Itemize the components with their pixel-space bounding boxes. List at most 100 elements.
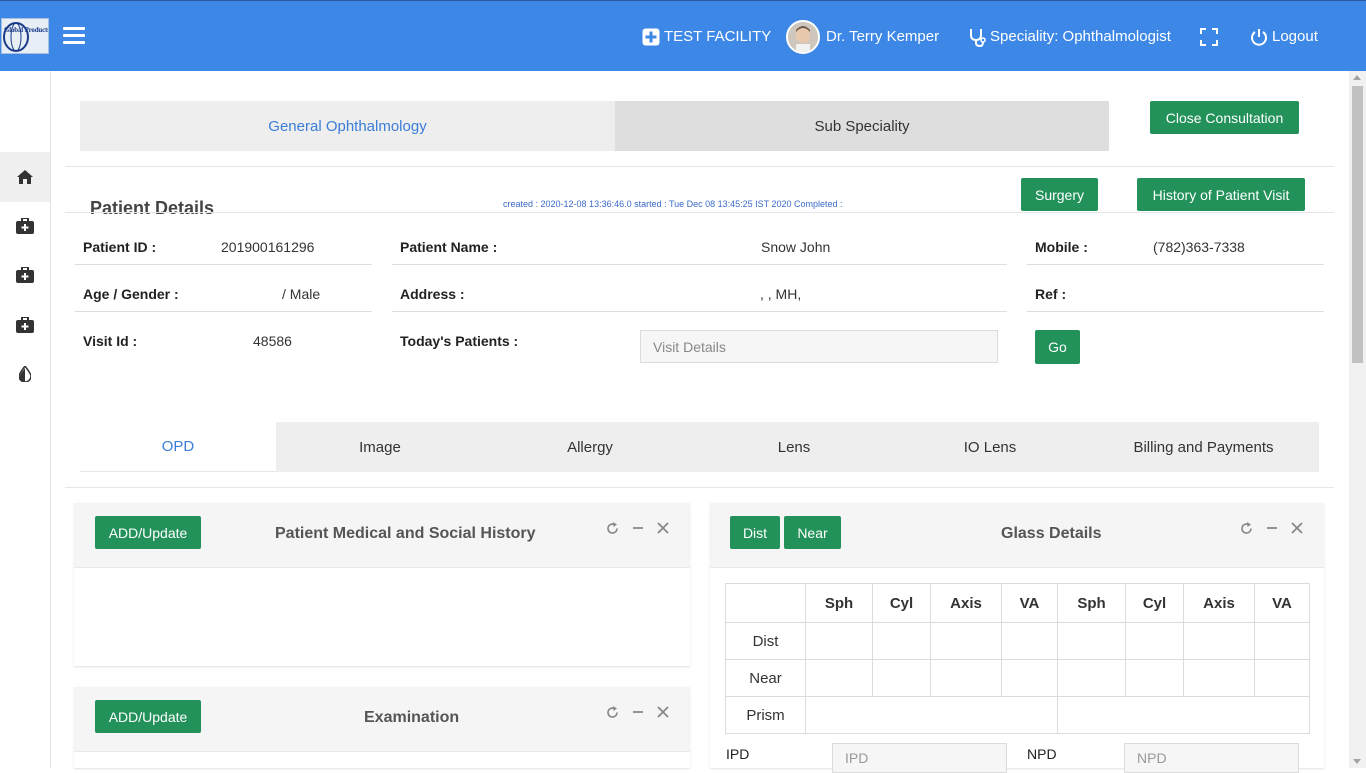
sidebar-item-home[interactable] (0, 152, 50, 202)
tab-image[interactable]: Image (276, 422, 484, 472)
medical-history-panel: ADD/Update Patient Medical and Social Hi… (74, 503, 690, 666)
table-cell[interactable] (1125, 659, 1184, 697)
table-row: Dist (725, 622, 1310, 660)
sidebar-item-medical-3[interactable] (0, 305, 50, 345)
table-cell[interactable] (930, 622, 1002, 660)
table-cell[interactable] (872, 622, 931, 660)
refresh-icon[interactable] (603, 703, 621, 721)
sidebar-item-medical-2[interactable] (0, 255, 50, 295)
refresh-icon[interactable] (1237, 519, 1255, 537)
visit-id-value: 48586 (253, 333, 292, 349)
table-cell[interactable] (872, 659, 931, 697)
close-icon[interactable] (1288, 519, 1306, 537)
close-icon[interactable] (654, 519, 672, 537)
table-cell[interactable] (1125, 622, 1184, 660)
tab-lens[interactable]: Lens (696, 422, 892, 472)
menu-toggle-icon[interactable] (63, 27, 85, 47)
col-header: Cyl (1125, 583, 1184, 623)
address-label: Address : (400, 286, 465, 302)
field-underline (75, 264, 372, 265)
go-button[interactable]: Go (1035, 330, 1080, 364)
tab-sub-speciality[interactable]: Sub Speciality (615, 101, 1109, 151)
ref-label: Ref : (1035, 286, 1067, 302)
sidebar-item-contrast[interactable] (0, 354, 50, 394)
minimize-icon[interactable] (629, 703, 647, 721)
main-content: General Ophthalmology Sub Speciality Clo… (65, 87, 1334, 773)
tab-opd[interactable]: OPD (80, 422, 276, 472)
panel-header: ADD/Update Patient Medical and Social Hi… (74, 503, 690, 568)
visit-details-select[interactable]: Visit Details (640, 330, 998, 363)
add-update-examination-button[interactable]: ADD/Update (95, 700, 201, 733)
tab-io-lens[interactable]: IO Lens (892, 422, 1088, 472)
top-header: Global Products TEST FACILITY Dr. Terry … (0, 0, 1366, 71)
tab-general-ophthalmology[interactable]: General Ophthalmology (80, 101, 615, 151)
scroll-thumb[interactable] (1352, 86, 1363, 363)
glass-table: Sph Cyl Axis VA Sph Cyl Axis VA Dist Nea… (725, 583, 1310, 734)
doctor-name: Dr. Terry Kemper (826, 28, 940, 45)
table-row: Near (725, 659, 1310, 697)
history-of-patient-visit-button[interactable]: History of Patient Visit (1137, 178, 1305, 211)
refresh-icon[interactable] (603, 519, 621, 537)
col-header: Sph (805, 583, 873, 623)
table-cell[interactable] (930, 659, 1002, 697)
minimize-icon[interactable] (1263, 519, 1281, 537)
scroll-up-icon[interactable] (1353, 75, 1361, 80)
row-label: Dist (725, 622, 806, 660)
page-scrollbar[interactable] (1349, 71, 1366, 768)
table-cell[interactable] (1001, 659, 1058, 697)
examination-panel: ADD/Update Examination (74, 687, 690, 768)
mobile-label: Mobile : (1035, 239, 1088, 255)
speciality-tabs: General Ophthalmology Sub Speciality (80, 101, 1109, 151)
scroll-down-icon[interactable] (1353, 759, 1361, 764)
surgery-button[interactable]: Surgery (1021, 178, 1098, 211)
visit-id-label: Visit Id : (83, 333, 138, 349)
table-cell[interactable] (805, 696, 1058, 734)
table-cell[interactable] (1057, 659, 1126, 697)
tab-billing-and-payments[interactable]: Billing and Payments (1088, 422, 1319, 472)
facility-link[interactable]: TEST FACILITY (642, 1, 771, 72)
minimize-icon[interactable] (629, 519, 647, 537)
logo[interactable]: Global Products (1, 18, 49, 54)
table-cell[interactable] (1057, 696, 1310, 734)
doctor-profile[interactable]: Dr. Terry Kemper (786, 1, 939, 72)
table-row: Prism (725, 696, 1310, 734)
visit-timestamps: created : 2020-12-08 13:36:46.0 started … (503, 199, 843, 209)
medical-kit-icon (16, 218, 34, 234)
field-underline (392, 264, 1007, 265)
glass-details-panel: Dist Near Glass Details Sph Cyl Axis VA … (710, 503, 1324, 773)
logout-button[interactable]: Logout (1250, 1, 1318, 72)
power-icon (1251, 28, 1267, 46)
ipd-input[interactable]: IPD (832, 743, 1007, 773)
divider (65, 166, 1334, 167)
add-update-history-button[interactable]: ADD/Update (95, 516, 201, 549)
patient-name-value: Snow John (761, 239, 831, 255)
speciality-link[interactable]: Speciality: Ophthalmologist (968, 1, 1171, 72)
table-cell[interactable] (1254, 622, 1310, 660)
close-consultation-button[interactable]: Close Consultation (1150, 101, 1299, 134)
avatar (786, 19, 820, 54)
table-cell[interactable] (1183, 622, 1255, 660)
divider (65, 487, 1334, 488)
table-cell[interactable] (805, 659, 873, 697)
table-cell[interactable] (1183, 659, 1255, 697)
sidebar-item-medical-1[interactable] (0, 206, 50, 246)
logout-label: Logout (1272, 28, 1318, 45)
table-cell[interactable] (1001, 622, 1058, 660)
close-icon[interactable] (654, 703, 672, 721)
fullscreen-icon[interactable] (1200, 1, 1222, 72)
table-cell[interactable] (805, 622, 873, 660)
col-header: Cyl (872, 583, 931, 623)
age-gender-value: / Male (282, 286, 321, 302)
patient-id-label: Patient ID : (83, 239, 157, 255)
table-cell[interactable] (1057, 622, 1126, 660)
row-label: Prism (725, 696, 806, 734)
npd-label: NPD (1027, 746, 1057, 762)
medical-kit-icon (16, 267, 34, 283)
tab-allergy[interactable]: Allergy (484, 422, 696, 472)
dist-button[interactable]: Dist (730, 516, 780, 549)
near-button[interactable]: Near (784, 516, 841, 549)
col-header: Axis (1183, 583, 1255, 623)
drop-icon (19, 366, 31, 382)
npd-input[interactable]: NPD (1124, 743, 1299, 773)
table-cell[interactable] (1254, 659, 1310, 697)
